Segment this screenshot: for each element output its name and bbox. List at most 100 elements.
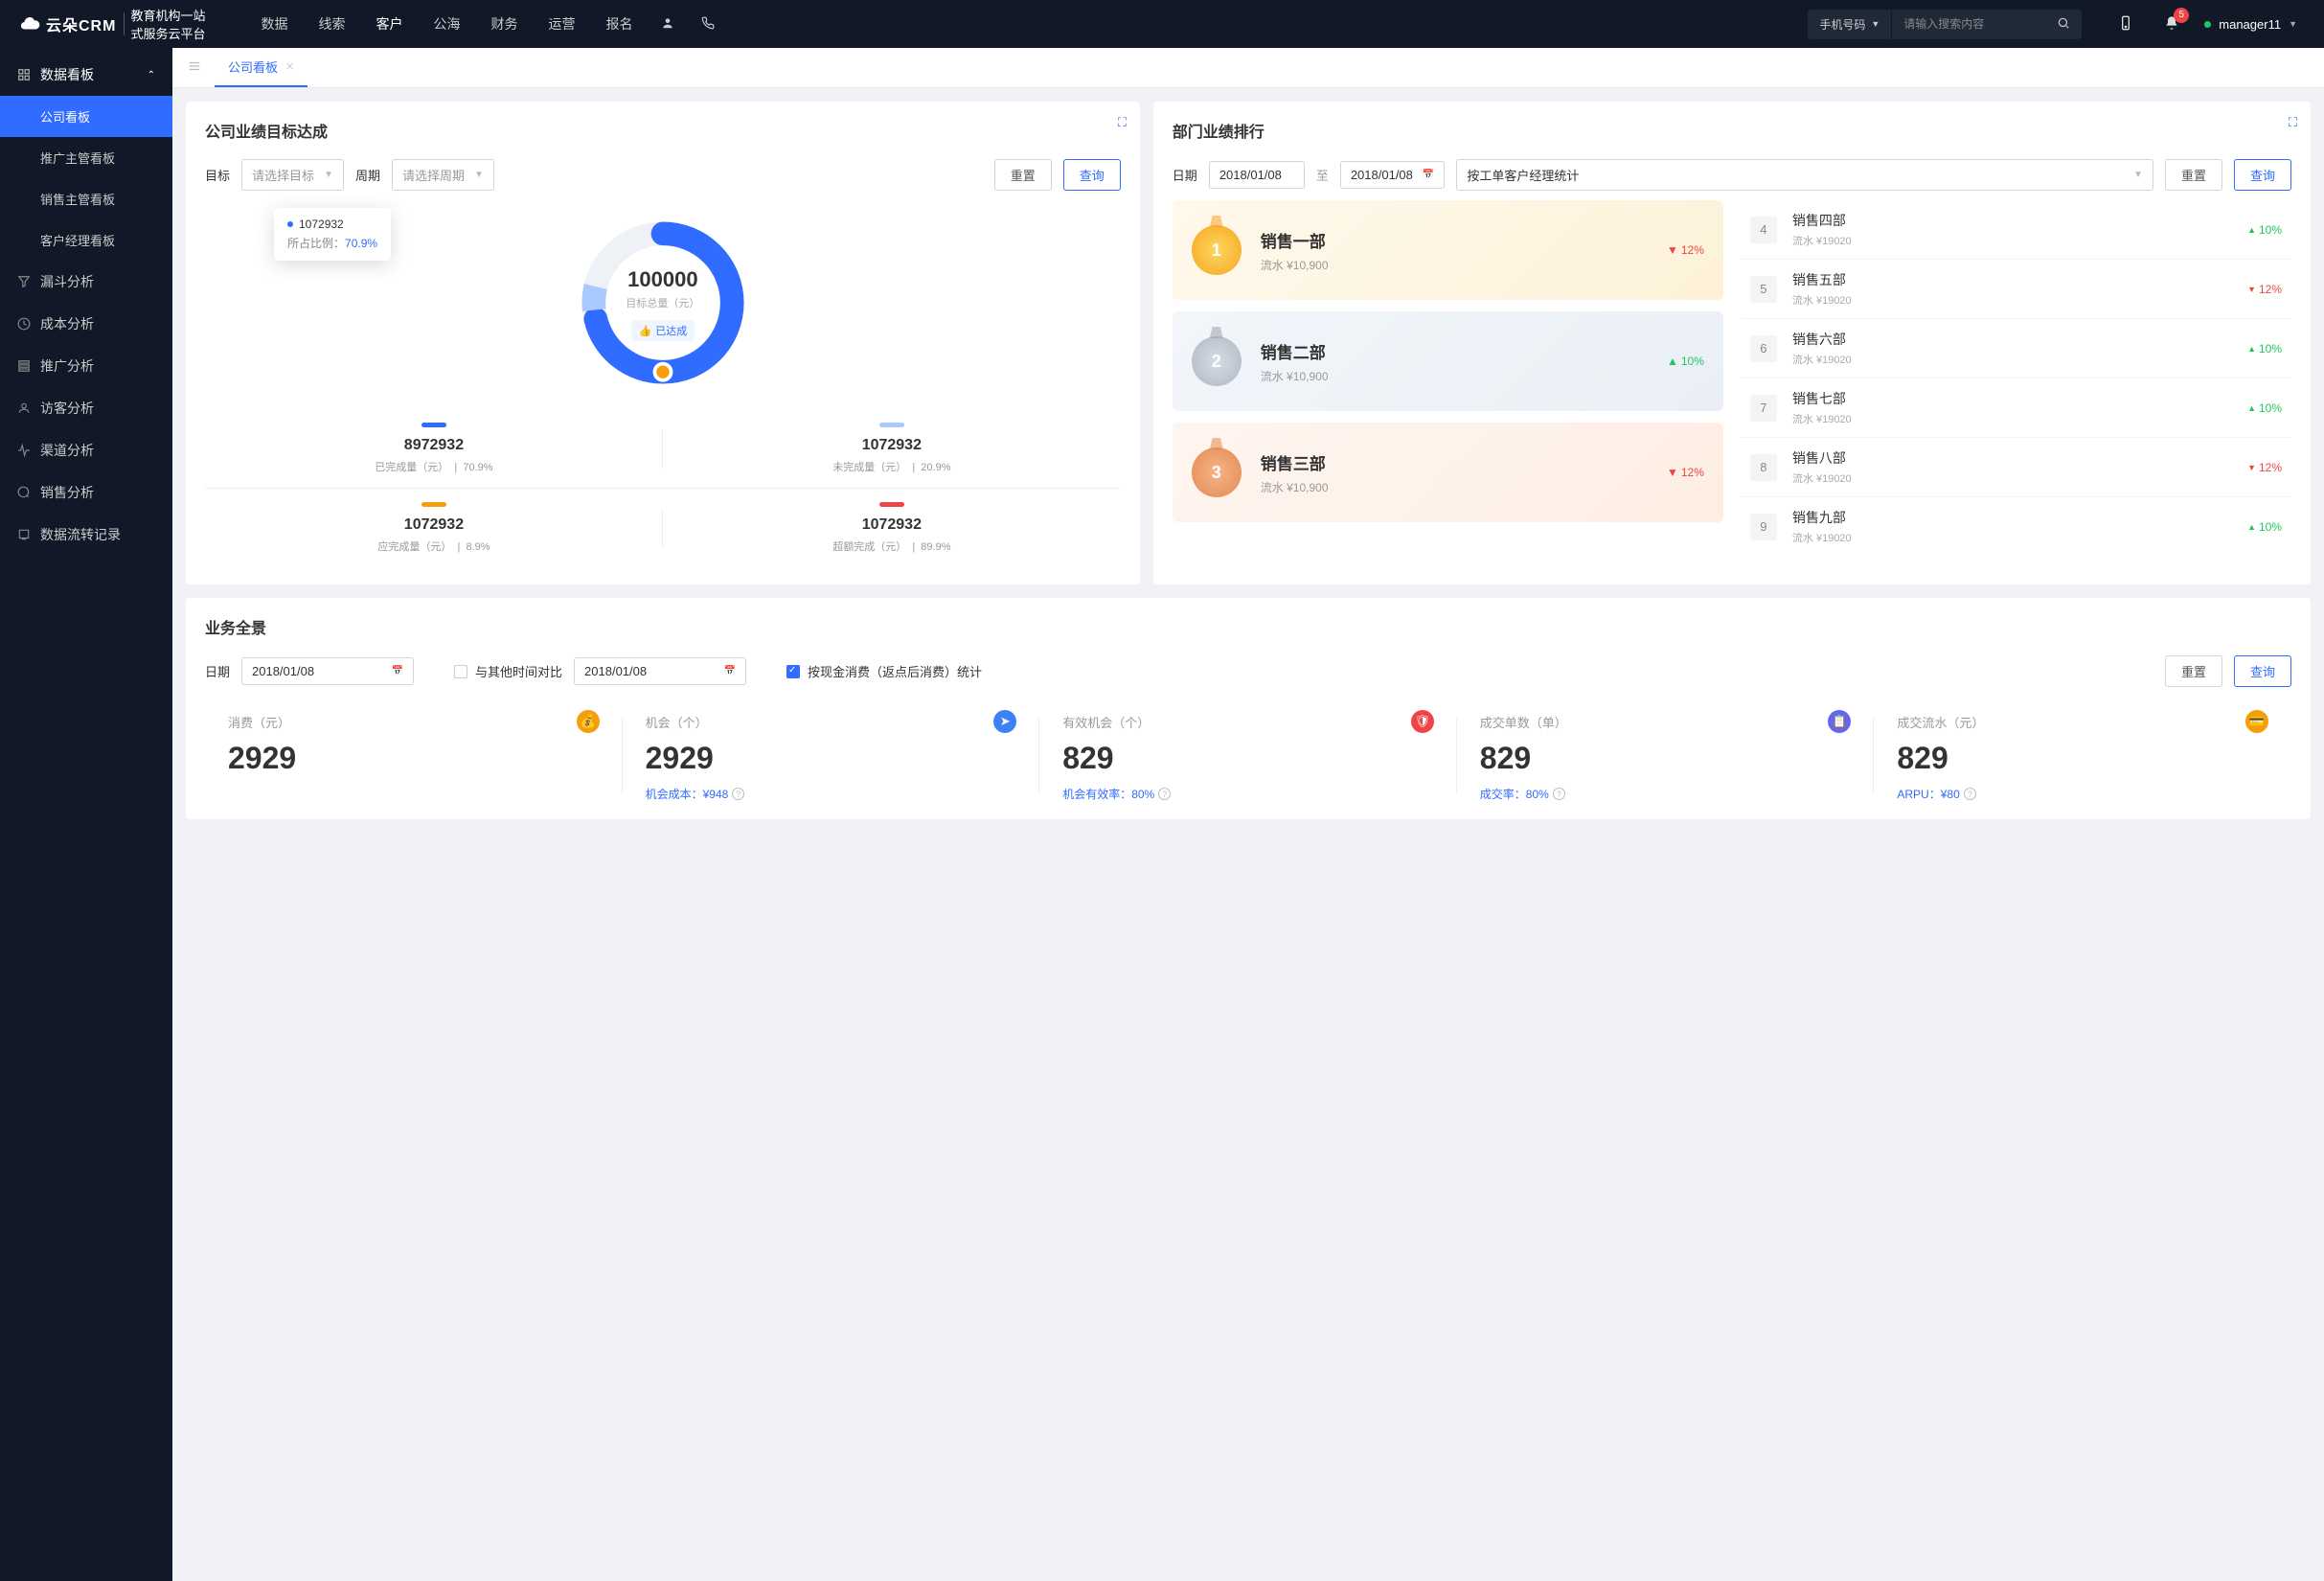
date-to-input[interactable]: 2018/01/08📅 [1340, 161, 1446, 189]
rank-card-top[interactable]: 1销售一部流水 ¥10,900▼ 12% [1173, 200, 1723, 300]
info-icon[interactable]: ? [1158, 788, 1171, 800]
panorama-metric: 机会（个）➤2929机会成本：¥948 ? [623, 710, 1040, 802]
medal-icon: 1 [1192, 225, 1242, 275]
trend-indicator: ▼ 12% [2247, 283, 2282, 296]
rank-row[interactable]: 4销售四部流水 ¥19020▲ 10% [1741, 200, 2291, 260]
trend-indicator: ▲ 10% [2247, 223, 2282, 237]
sidebar-link-6[interactable]: 数据流转记录 [0, 514, 172, 556]
query-button[interactable]: 查询 [1063, 159, 1121, 191]
reset-button[interactable]: 重置 [2165, 159, 2222, 191]
query-button[interactable]: 查询 [2234, 655, 2291, 687]
stat-cell: 8972932已完成量（元） | 70.9% [205, 409, 663, 489]
trend-indicator: ▲ 10% [2247, 401, 2282, 415]
chart-tooltip: 1072932 所占比例：70.9% [274, 208, 391, 261]
info-icon[interactable]: ? [732, 788, 744, 800]
user-menu[interactable]: manager11▼ [2197, 17, 2305, 32]
phone-nav-icon[interactable] [690, 9, 726, 40]
rank-row[interactable]: 7销售七部流水 ¥19020▲ 10% [1741, 378, 2291, 438]
rank-card-top[interactable]: 3销售三部流水 ¥10,900▼ 12% [1173, 423, 1723, 522]
card-business-panorama: 业务全景 日期 2018/01/08📅 与其他时间对比 2018/01/08📅 … [186, 598, 2311, 819]
info-icon[interactable]: ? [1964, 788, 1976, 800]
rank-number: 6 [1750, 335, 1777, 362]
card-title: 公司业绩目标达成 [205, 119, 1121, 142]
sidebar-link-3[interactable]: 访客分析 [0, 387, 172, 429]
rank-row[interactable]: 9销售九部流水 ¥19020▲ 10% [1741, 497, 2291, 556]
reset-button[interactable]: 重置 [2165, 655, 2222, 687]
logo[interactable]: 云朵CRM 教育机构一站式服务云平台 [19, 6, 205, 42]
close-icon[interactable]: ✕ [285, 60, 294, 73]
sidebar-group-dashboard[interactable]: 数据看板 ⌃ [0, 54, 172, 96]
sidebar-link-0[interactable]: 漏斗分析 [0, 261, 172, 303]
sidebar-link-4[interactable]: 渠道分析 [0, 429, 172, 471]
sidebar-item-0[interactable]: 公司看板 [0, 96, 172, 137]
nav-客户[interactable]: 客户 [362, 7, 416, 41]
info-icon[interactable]: ? [1553, 788, 1565, 800]
nav-财务[interactable]: 财务 [477, 7, 531, 41]
compare-date-input[interactable]: 2018/01/08📅 [574, 657, 746, 685]
menu-icon [17, 317, 31, 331]
search-container: 手机号码▼ [1808, 10, 2082, 39]
notification-badge: 5 [2174, 8, 2189, 23]
search-button[interactable] [2045, 10, 2082, 39]
trend-indicator: ▼ 12% [1667, 466, 1704, 479]
expand-icon[interactable]: ⛶ [1118, 115, 1127, 130]
rank-card-top[interactable]: 2销售二部流水 ¥10,900▲ 10% [1173, 311, 1723, 411]
metric-icon: 🛡 [1411, 710, 1434, 733]
user-nav-icon[interactable] [649, 9, 686, 40]
trend-indicator: ▼ 12% [1667, 243, 1704, 257]
stat-by-select[interactable]: 按工单客户经理统计▼ [1456, 159, 2153, 191]
sidebar-items: 公司看板推广主管看板销售主管看板客户经理看板 [0, 96, 172, 261]
nav-数据[interactable]: 数据 [247, 7, 301, 41]
period-select[interactable]: 请选择周期▼ [392, 159, 494, 191]
stat-cell: 1072932未完成量（元） | 20.9% [663, 409, 1121, 489]
panorama-metric: 成交单数（单）📋829成交率：80% ? [1457, 710, 1875, 802]
menu-icon [17, 486, 31, 499]
rank-row[interactable]: 5销售五部流水 ¥19020▼ 12% [1741, 260, 2291, 319]
sidebar: 数据看板 ⌃ 公司看板推广主管看板销售主管看板客户经理看板 漏斗分析成本分析推广… [0, 48, 172, 1581]
mobile-icon[interactable] [2105, 10, 2147, 39]
query-button[interactable]: 查询 [2234, 159, 2291, 191]
main-nav: 数据线索客户公海财务运营报名 [247, 7, 646, 41]
sidebar-link-5[interactable]: 销售分析 [0, 471, 172, 514]
date-from-input[interactable]: 2018/01/08 [1209, 161, 1305, 189]
compare-checkbox[interactable] [454, 665, 467, 678]
sidebar-item-2[interactable]: 销售主管看板 [0, 178, 172, 219]
logo-text: 云朵CRM [46, 12, 125, 35]
search-input[interactable] [1892, 11, 2045, 37]
target-select[interactable]: 请选择目标▼ [241, 159, 344, 191]
top-header: 云朵CRM 教育机构一站式服务云平台 数据线索客户公海财务运营报名 手机号码▼ … [0, 0, 2324, 48]
sidebar-link-2[interactable]: 推广分析 [0, 345, 172, 387]
rank-row[interactable]: 8销售八部流水 ¥19020▼ 12% [1741, 438, 2291, 497]
rank-row[interactable]: 6销售六部流水 ¥19020▲ 10% [1741, 319, 2291, 378]
nav-线索[interactable]: 线索 [305, 7, 358, 41]
expand-icon[interactable]: ⛶ [2289, 115, 2297, 130]
tab-company-dashboard[interactable]: 公司看板✕ [215, 48, 308, 87]
nav-公海[interactable]: 公海 [420, 7, 473, 41]
collapse-sidebar-button[interactable] [180, 56, 209, 80]
nav-运营[interactable]: 运营 [535, 7, 588, 41]
sidebar-item-1[interactable]: 推广主管看板 [0, 137, 172, 178]
sidebar-link-1[interactable]: 成本分析 [0, 303, 172, 345]
rank-number: 7 [1750, 395, 1777, 422]
bell-icon[interactable]: 5 [2151, 10, 2193, 39]
rank-number: 4 [1750, 217, 1777, 243]
search-type-select[interactable]: 手机号码▼ [1808, 10, 1892, 39]
nav-报名[interactable]: 报名 [592, 7, 646, 41]
menu-icon [17, 444, 31, 457]
rank-number: 9 [1750, 514, 1777, 540]
tabs-bar: 公司看板✕ [172, 48, 2324, 88]
date-label: 日期 [205, 662, 230, 680]
trend-indicator: ▼ 12% [2247, 461, 2282, 474]
stat-cell: 1072932超额完成（元） | 89.9% [663, 489, 1121, 567]
cloud-icon [19, 13, 40, 34]
reset-button[interactable]: 重置 [994, 159, 1052, 191]
logo-subtitle: 教育机构一站式服务云平台 [130, 6, 205, 42]
date-input[interactable]: 2018/01/08📅 [241, 657, 414, 685]
rank-number: 8 [1750, 454, 1777, 481]
donut-center: 100000 目标总量（元） 👍已达成 [626, 267, 699, 341]
stat-cell: 1072932应完成量（元） | 8.9% [205, 489, 663, 567]
medal-icon: 2 [1192, 336, 1242, 386]
sidebar-item-3[interactable]: 客户经理看板 [0, 219, 172, 261]
cash-stat-checkbox[interactable] [786, 665, 800, 678]
chevron-up-icon: ⌃ [148, 70, 155, 80]
